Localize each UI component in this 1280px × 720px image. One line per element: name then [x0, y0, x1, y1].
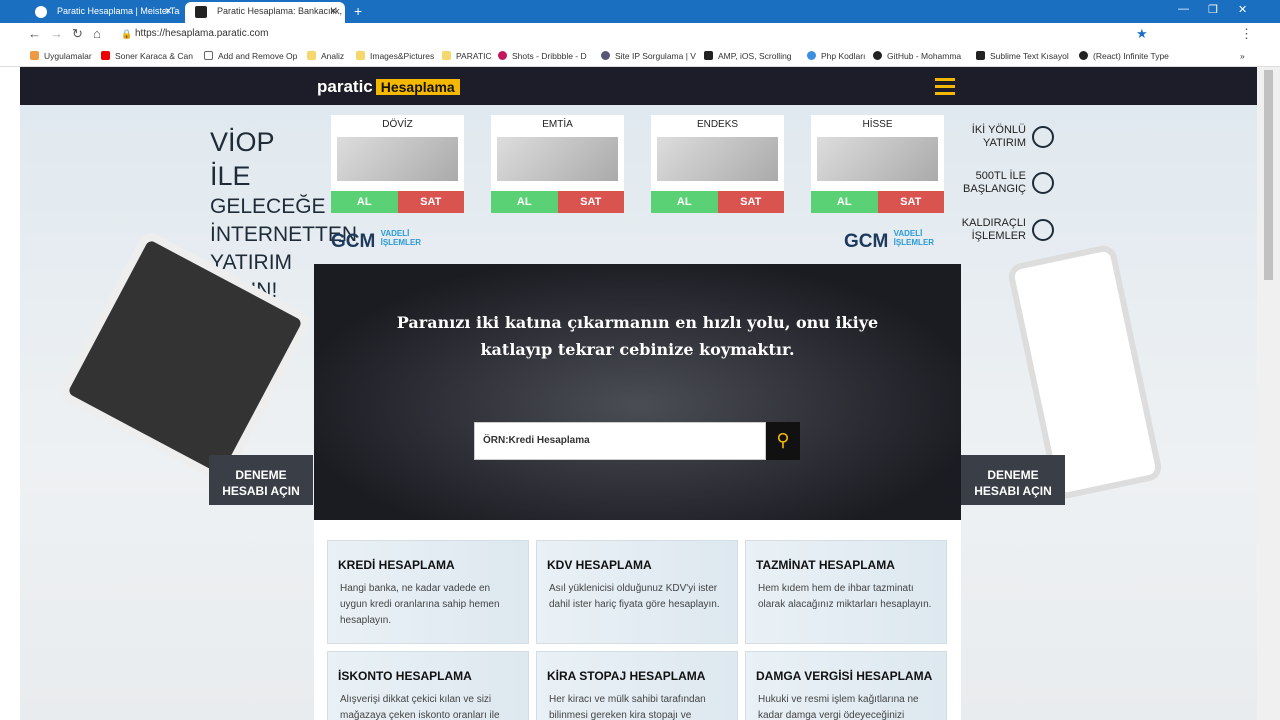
check-icon	[35, 6, 47, 18]
sell-button[interactable]: SAT	[397, 191, 464, 213]
bookmark[interactable]: Soner Karaca & Can	[101, 51, 193, 61]
sell-button[interactable]: SAT	[557, 191, 624, 213]
feature-500tl: 500TL İLE BAŞLANGIÇ	[960, 170, 1054, 196]
home-icon[interactable]: ⌂	[93, 26, 101, 41]
card-iskonto[interactable]: İSKONTO HESAPLAMA Alışverişi dikkat çekic…	[327, 651, 529, 720]
reload-icon[interactable]: ↻	[72, 26, 83, 42]
bookmark[interactable]: GitHub - Mohamma	[873, 51, 961, 61]
site-logo[interactable]: paratic Hesaplama	[317, 77, 460, 97]
tab-meistertask[interactable]: Paratic Hesaplama | MeisterTask ✕	[25, 2, 180, 23]
scrollbar[interactable]	[1257, 67, 1280, 720]
hand-coin-icon	[1032, 126, 1054, 148]
star-icon[interactable]: ★	[1136, 26, 1148, 42]
feature-leverage: KALDIRAÇLI İŞLEMLER	[960, 217, 1054, 243]
card-kredi[interactable]: KREDİ HESAPLAMA Hangi banka, ne kadar vad…	[327, 540, 529, 644]
coin-icon	[1032, 172, 1054, 194]
buy-button[interactable]: AL	[491, 191, 558, 213]
market-image	[337, 137, 458, 181]
bookmark[interactable]: Site IP Sorgulama | V	[601, 51, 696, 61]
market-doviz: DÖVİZ AL SAT	[331, 115, 464, 213]
market-emtia: EMTİA AL SAT	[491, 115, 624, 213]
bookmark[interactable]: (React) Infinite Type	[1079, 51, 1169, 61]
forward-icon[interactable]: →	[50, 26, 63, 41]
card-tazminat[interactable]: TAZMİNAT HESAPLAMA Hem kıdem hem de ihbar…	[745, 540, 947, 644]
sell-button[interactable]: SAT	[877, 191, 944, 213]
minimize-icon[interactable]: —	[1178, 3, 1189, 15]
maximize-icon[interactable]: ❐	[1208, 3, 1218, 16]
bookmark[interactable]: AMP, iOS, Scrolling	[704, 51, 792, 61]
bookmark[interactable]: Php Kodları	[807, 51, 865, 61]
hero: Paranızı iki katına çıkarmanın en hızlı …	[314, 264, 961, 520]
market-image	[657, 137, 778, 181]
more-bookmarks-icon[interactable]: »	[1240, 51, 1245, 61]
market-image	[817, 137, 938, 181]
demo-account-button[interactable]: DENEME HESABI AÇIN	[209, 455, 313, 505]
gcm-logo: GCM VADELİ İŞLEMLER	[331, 229, 422, 252]
buy-button[interactable]: AL	[811, 191, 878, 213]
bookmark[interactable]: PARATIC	[442, 51, 492, 61]
lock-icon: 🔒	[121, 29, 133, 39]
feature-two-way: İKİ YÖNLÜ YATIRIM	[960, 124, 1054, 150]
site-header: paratic Hesaplama	[20, 67, 1257, 105]
sell-button[interactable]: SAT	[717, 191, 784, 213]
card-kdv[interactable]: KDV HESAPLAMA Asıl yüklenicisi olduğunuz …	[536, 540, 738, 644]
search-input[interactable]: ÖRN:Kredi Hesaplama	[474, 422, 766, 460]
market-hisse: HİSSE AL SAT	[811, 115, 944, 213]
calculator-list: KREDİ HESAPLAMA Hangi banka, ne kadar vad…	[314, 520, 961, 720]
demo-account-button[interactable]: DENEME HESABI AÇIN	[961, 455, 1065, 505]
page: paratic Hesaplama VİOP İLE GELECEĞE İNTERNE…	[20, 67, 1257, 720]
hero-quote: Paranızı iki katına çıkarmanın en hızlı …	[396, 313, 879, 359]
paratic-favicon-icon	[195, 6, 207, 18]
gcm-logo: GCM VADELİ İŞLEMLER	[844, 229, 935, 252]
buy-button[interactable]: AL	[651, 191, 718, 213]
url-input[interactable]: https://hesaplama.paratic.com	[135, 28, 268, 39]
tab-bar: Paratic Hesaplama | MeisterTask ✕ Paratic…	[0, 0, 1280, 23]
market-endeks: ENDEKS AL SAT	[651, 115, 784, 213]
bookmark[interactable]: Sublime Text Kısayol	[976, 51, 1069, 61]
bookmarks-bar: Uygulamalar Soner Karaca & Can Add and R…	[0, 45, 1280, 67]
bookmark[interactable]: Uygulamalar	[30, 51, 92, 61]
tab-paratic[interactable]: Paratic Hesaplama: Bankacılık, S ✕	[185, 2, 345, 23]
back-icon[interactable]: ←	[28, 26, 41, 41]
search-button[interactable]: ⚲	[766, 422, 800, 460]
search-icon: ⚲	[776, 430, 790, 450]
hamburger-menu-icon[interactable]	[935, 78, 955, 99]
bookmark[interactable]: Shots - Dribbble - D	[498, 51, 587, 61]
card-kira-stopaj[interactable]: KİRA STOPAJ HESAPLAMA Her kiracı ve mülk …	[536, 651, 738, 720]
menu-icon[interactable]: ⋮	[1240, 26, 1253, 42]
new-tab-button[interactable]: +	[354, 3, 362, 19]
dollar-icon	[1032, 219, 1054, 241]
bookmark[interactable]: Add and Remove Op	[204, 51, 297, 61]
close-window-icon[interactable]: ✕	[1238, 3, 1247, 16]
address-bar: ← → ↻ ⌂ 🔒 https://hesaplama.paratic.com …	[0, 23, 1280, 45]
bookmark[interactable]: Analiz	[307, 51, 344, 61]
buy-button[interactable]: AL	[331, 191, 398, 213]
close-icon[interactable]: ✕	[329, 6, 337, 17]
bookmark[interactable]: Images&Pictures	[356, 51, 434, 61]
close-icon[interactable]: ✕	[164, 6, 172, 17]
market-image	[497, 137, 618, 181]
card-damga-vergisi[interactable]: DAMGA VERGİSİ HESAPLAMA Hukuki ve resmi i…	[745, 651, 947, 720]
